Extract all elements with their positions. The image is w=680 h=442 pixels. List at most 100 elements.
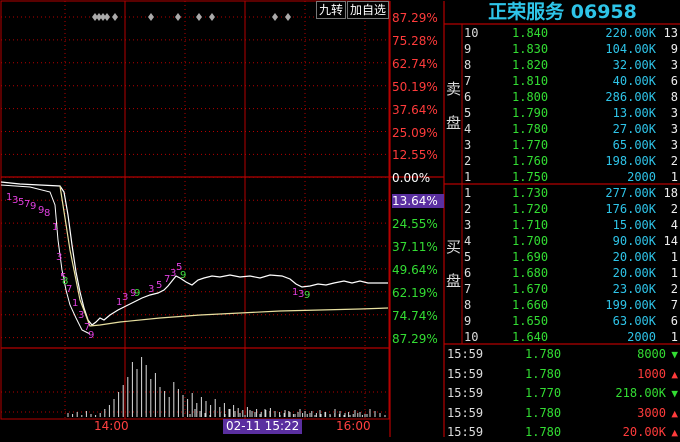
sell-label-1: 卖 <box>446 80 462 98</box>
order-price: 1.690 <box>512 250 549 264</box>
trade-time: 15:59 <box>447 347 484 361</box>
order-level: 10 <box>464 330 479 344</box>
sell-order-row[interactable]: 4 1.780 27.00K 3 <box>464 121 678 137</box>
sell-order-row[interactable]: 5 1.790 13.00K 3 <box>464 105 678 121</box>
trade-row[interactable]: 15:59 1.780 8000 ▼ <box>445 345 680 364</box>
order-count: 13 <box>663 26 678 40</box>
td-digit-label: 1 <box>72 298 78 309</box>
y-axis-label: 12.55% <box>392 148 438 163</box>
order-count: 6 <box>670 74 678 88</box>
order-level: 2 <box>464 202 472 216</box>
buy-label-1: 买 <box>446 238 462 256</box>
buy-order-row[interactable]: 4 1.700 90.00K 14 <box>464 233 678 249</box>
sell-order-row[interactable]: 3 1.770 65.00K 3 <box>464 137 678 153</box>
y-axis-label: 37.11% <box>392 240 438 254</box>
order-price: 1.790 <box>512 106 549 120</box>
add-watchlist-button[interactable]: 加自选 <box>347 1 390 19</box>
stock-title: 正荣服务 06958 <box>488 1 637 23</box>
trade-time: 15:59 <box>447 425 484 439</box>
order-level: 5 <box>464 250 472 264</box>
order-price: 1.830 <box>512 42 549 56</box>
event-marker-icon <box>112 13 118 21</box>
y-axis-label: 75.28% <box>392 33 438 48</box>
jiuzhuan-button[interactable]: 九转 <box>316 1 347 19</box>
sell-order-row[interactable]: 6 1.800 286.00K 8 <box>464 89 678 105</box>
order-volume: 40.00K <box>612 74 656 88</box>
arrow-up-icon: ▲ <box>671 426 678 439</box>
order-count: 3 <box>670 138 678 152</box>
order-volume: 2000 <box>627 330 656 344</box>
order-volume: 198.00K <box>605 154 656 168</box>
sell-order-row[interactable]: 7 1.810 40.00K 6 <box>464 73 678 89</box>
y-axis-label: 62.74% <box>392 56 438 71</box>
order-price: 1.660 <box>512 298 549 312</box>
buy-order-row[interactable]: 2 1.720 176.00K 2 <box>464 201 678 217</box>
sell-order-row[interactable]: 1 1.750 2000 1 <box>464 169 678 185</box>
event-marker-icon <box>285 13 291 21</box>
trade-time: 15:59 <box>447 366 484 381</box>
event-marker-icon <box>104 13 110 21</box>
td-digit-label: 3 <box>78 310 84 321</box>
order-price: 1.640 <box>512 330 549 344</box>
order-volume: 23.00K <box>612 282 656 296</box>
buy-order-row[interactable]: 9 1.650 63.00K 6 <box>464 313 678 329</box>
trade-row[interactable]: 15:59 1.780 3000 ▲ <box>445 404 680 423</box>
order-level: 7 <box>464 74 472 88</box>
order-count: 3 <box>670 122 678 136</box>
buy-order-row[interactable]: 10 1.640 2000 1 <box>464 329 678 345</box>
order-count: 7 <box>670 298 678 312</box>
order-level: 3 <box>464 218 472 232</box>
buy-order-row[interactable]: 8 1.660 199.00K 7 <box>464 297 678 313</box>
order-volume: 286.00K <box>605 90 656 104</box>
sell-order-row[interactable]: 10 1.840 220.00K 13 <box>464 25 678 41</box>
order-volume: 20.00K <box>612 250 656 264</box>
buy-order-row[interactable]: 1 1.730 277.00K 18 <box>464 185 678 201</box>
sell-order-row[interactable]: 2 1.760 198.00K 2 <box>464 153 678 169</box>
sell-label-2: 盘 <box>446 114 462 132</box>
trade-row[interactable]: 15:59 1.780 20.00K ▲ <box>445 423 680 442</box>
order-price: 1.650 <box>512 314 549 328</box>
buy-order-row[interactable]: 5 1.690 20.00K 1 <box>464 249 678 265</box>
arrow-up-icon: ▲ <box>671 367 678 381</box>
trade-price: 1.780 <box>525 366 562 381</box>
average-line <box>59 185 389 327</box>
td-digit-label: 9 <box>304 290 310 301</box>
order-volume: 27.00K <box>612 122 656 136</box>
sell-order-row[interactable]: 8 1.820 32.00K 3 <box>464 57 678 73</box>
order-count: 9 <box>670 42 678 56</box>
order-count: 6 <box>670 314 678 328</box>
order-price: 1.800 <box>512 90 549 104</box>
trade-volume: 1000 <box>637 366 666 381</box>
order-volume: 176.00K <box>605 202 656 216</box>
y-axis-label: 49.64% <box>392 262 438 277</box>
order-level: 7 <box>464 282 472 296</box>
buy-order-row[interactable]: 3 1.710 15.00K 4 <box>464 217 678 233</box>
buy-order-row[interactable]: 6 1.680 20.00K 1 <box>464 265 678 281</box>
order-price: 1.750 <box>512 170 549 184</box>
order-count: 2 <box>670 202 678 216</box>
td-digit-label: 3 <box>56 252 62 263</box>
arrow-down-icon: ▼ <box>671 348 678 361</box>
trade-price: 1.770 <box>525 386 562 400</box>
order-count: 14 <box>663 234 678 248</box>
td-digit-label: 5 <box>156 280 162 291</box>
trade-time: 15:59 <box>447 405 484 420</box>
order-volume: 104.00K <box>605 42 656 56</box>
order-count: 1 <box>670 266 678 280</box>
order-count: 1 <box>670 330 678 344</box>
order-volume: 90.00K <box>612 234 656 248</box>
y-axis-label: 24.55% <box>392 217 438 232</box>
order-price: 1.680 <box>512 266 549 280</box>
trade-volume: 3000 <box>637 405 666 420</box>
trade-row[interactable]: 15:59 1.770 218.00K ▼ <box>445 384 680 403</box>
buy-order-row[interactable]: 7 1.670 23.00K 2 <box>464 281 678 297</box>
trade-price: 1.780 <box>525 347 562 361</box>
order-level: 3 <box>464 138 472 152</box>
order-price: 1.760 <box>512 154 549 168</box>
order-count: 8 <box>670 90 678 104</box>
order-volume: 13.00K <box>612 106 656 120</box>
order-count: 3 <box>670 58 678 72</box>
trade-row[interactable]: 15:59 1.780 1000 ▲ <box>445 365 680 384</box>
sell-order-row[interactable]: 9 1.830 104.00K 9 <box>464 41 678 57</box>
x-tick-1600: 16:00 <box>336 419 371 433</box>
